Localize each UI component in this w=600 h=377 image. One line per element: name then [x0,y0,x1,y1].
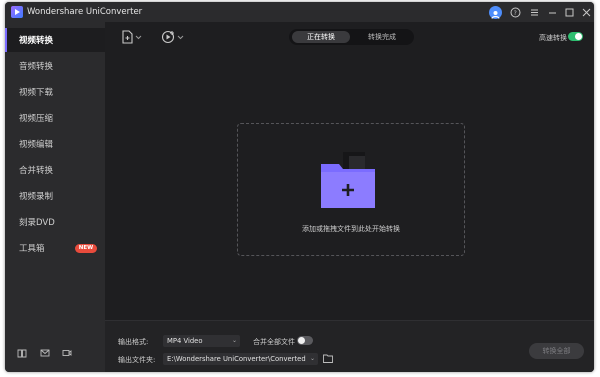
merge-label: 合并全部文件 [253,338,295,346]
drop-zone[interactable]: 添加或拖拽文件到此处开始转换 [237,123,465,256]
main-panel: 正在转换 转换完成 高速转换 添加或拖拽文件到此处开始转换 输出格式: MP4 … [105,22,594,372]
sidebar-item-burn-dvd[interactable]: 刻录DVD [5,210,105,234]
close-icon[interactable] [581,7,592,18]
fast-convert-label: 高速转换 [539,34,567,42]
toggle-knob [575,33,582,40]
open-folder-icon[interactable] [323,354,333,363]
toolbar: 正在转换 转换完成 高速转换 [105,22,594,52]
sidebar-item-label: 工具箱 [19,244,45,254]
add-file-icon[interactable] [121,30,145,44]
output-format-value: MP4 Video [167,337,203,345]
merge-toggle[interactable] [297,336,313,345]
sidebar-item-video-download[interactable]: 视频下载 [5,80,105,104]
drop-hint-text: 添加或拖拽文件到此处开始转换 [302,225,400,233]
sidebar-item-video-edit[interactable]: 视频编辑 [5,132,105,156]
sidebar-item-screen-record[interactable]: 视频录制 [5,184,105,208]
mail-icon[interactable] [40,348,50,358]
svg-text:?: ? [514,10,517,17]
app-logo-icon [11,6,23,18]
app-title: Wondershare UniConverter [27,7,143,17]
sidebar-item-label: 合并转换 [19,166,54,176]
maximize-icon[interactable] [564,7,575,18]
chevron-down-icon: ⌄ [309,355,315,362]
sidebar-item-merge[interactable]: 合并转换 [5,158,105,182]
minimize-icon[interactable] [547,7,558,18]
output-format-select[interactable]: MP4 Video ⌄ [163,335,240,347]
sidebar: 视频转换 音频转换 视频下载 视频压缩 视频编辑 合并转换 视频录制 刻录DVD… [5,22,105,372]
sidebar-item-label: 视频编辑 [19,140,54,150]
output-folder-select[interactable]: E:\Wondershare UniConverter\Converted ⌄ [163,353,318,365]
chevron-down-icon: ⌄ [231,337,237,344]
output-folder-label: 输出文件夹: [118,356,156,364]
output-format-label: 输出格式: [118,338,149,346]
help-icon[interactable]: ? [510,7,521,18]
sidebar-item-toolbox[interactable]: 工具箱 NEW [5,236,105,260]
menu-icon[interactable] [529,7,540,18]
sidebar-item-label: 刻录DVD [19,218,55,228]
sidebar-item-label: 视频录制 [19,192,54,202]
title-bar: Wondershare UniConverter ? [5,2,594,22]
tab-finished[interactable]: 转换完成 [353,31,411,43]
sidebar-item-label: 视频下载 [19,88,54,98]
sidebar-item-audio-convert[interactable]: 音频转换 [5,54,105,78]
add-media-icon[interactable] [161,30,187,44]
convert-all-button[interactable]: 转换全部 [529,343,584,359]
new-badge: NEW [75,244,97,253]
status-tabs: 正在转换 转换完成 [289,29,414,45]
toggle-knob [298,337,305,344]
app-window: Wondershare UniConverter ? 视频转换 音频转换 视频下… [5,2,594,372]
bottom-bar: 输出格式: MP4 Video ⌄ 合并全部文件 输出文件夹: E:\Wonde… [105,320,594,372]
video-call-icon[interactable] [62,348,72,358]
tab-converting[interactable]: 正在转换 [292,31,350,43]
add-folder-icon [321,152,375,208]
sidebar-item-label: 视频压缩 [19,114,54,124]
fast-convert-toggle[interactable] [568,32,583,41]
sidebar-item-label: 视频转换 [19,36,54,46]
sidebar-item-label: 音频转换 [19,62,54,72]
sidebar-item-video-compress[interactable]: 视频压缩 [5,106,105,130]
user-icon[interactable] [489,6,502,19]
output-folder-value: E:\Wondershare UniConverter\Converted [167,355,306,363]
sidebar-item-video-convert[interactable]: 视频转换 [5,28,105,52]
book-icon[interactable] [17,348,27,358]
